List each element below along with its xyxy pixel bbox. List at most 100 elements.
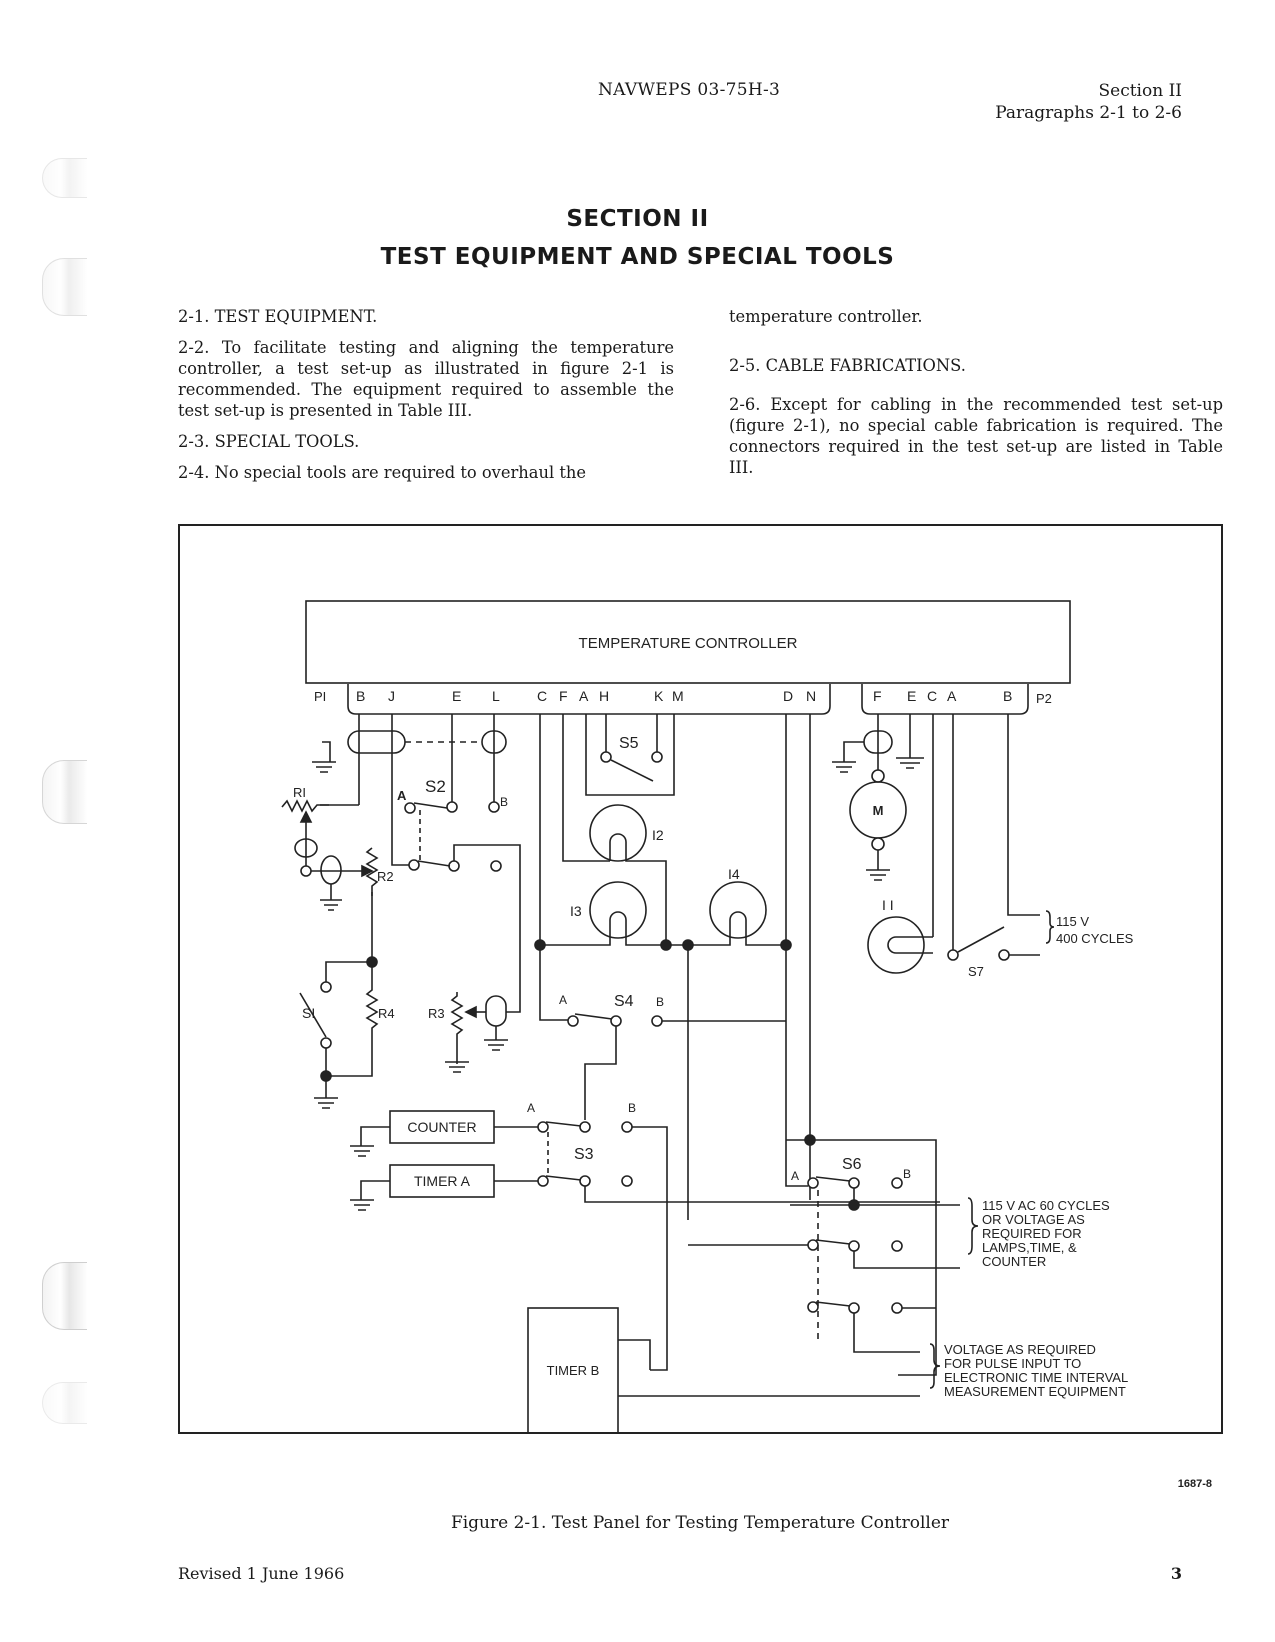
s2-switch-blade (417, 860, 451, 867)
page-number: 3 (1170, 1564, 1182, 1583)
r4-resistor (365, 962, 379, 1058)
s4-switch-blade (574, 1013, 613, 1020)
s3-terminal (579, 1121, 591, 1133)
i1-lamp (867, 916, 925, 974)
p2-pin-labels: F E C A B (873, 688, 1012, 704)
s6-terminal-a (807, 1177, 819, 1189)
s3-terminal (579, 1175, 591, 1187)
p1-pin-labels: B J E L C F A H K M D N (356, 688, 816, 704)
note-line: 115 V (1056, 914, 1089, 929)
ground-icon (350, 1199, 374, 1211)
s2-terminal (448, 860, 460, 872)
pin-label: E (452, 688, 461, 704)
ground-icon (312, 761, 336, 773)
note-line: MEASUREMENT EQUIPMENT (944, 1384, 1126, 1399)
s6-label: S6 (842, 1156, 862, 1173)
note-line: OR VOLTAGE AS (982, 1212, 1085, 1227)
note-line: 400 CYCLES (1056, 931, 1134, 946)
supply-60-note: 115 V AC 60 CYCLES OR VOLTAGE AS REQUIRE… (982, 1198, 1110, 1269)
timer-a-label: TIMER A (414, 1173, 471, 1189)
s3-terminal-a (537, 1121, 549, 1133)
temperature-controller-label: TEMPERATURE CONTROLLER (579, 635, 798, 652)
r4-label: R4 (378, 1006, 395, 1021)
shield-symbol (320, 855, 342, 885)
s6-switch-blade (815, 1301, 851, 1307)
s3-switch-blade (545, 1175, 582, 1181)
note-line: REQUIRED FOR (982, 1226, 1082, 1241)
pin-label: A (947, 688, 957, 704)
s5-terminal (600, 751, 612, 763)
s5-switch-blade (610, 759, 654, 782)
s7-terminal (947, 949, 959, 961)
s6-terminal (807, 1239, 819, 1251)
r2-label: R2 (377, 869, 394, 884)
s6-switch-blade (815, 1176, 851, 1182)
ground-icon (350, 1145, 374, 1157)
s4-terminal-a (567, 1015, 579, 1027)
i4-lamp (709, 881, 767, 939)
pin-label: H (599, 688, 609, 704)
s3-circuit: COUNTER TIMER A A B S3 (350, 1101, 940, 1371)
s6-circuit: A S6 B (688, 1134, 960, 1376)
s7-switch-blade (957, 926, 1005, 953)
s4-pos-a-label: A (559, 993, 567, 1007)
pin-label: A (579, 688, 589, 704)
p2-label: P2 (1036, 691, 1052, 706)
s6-terminal (848, 1302, 860, 1314)
note-line: ELECTRONIC TIME INTERVAL (944, 1370, 1128, 1385)
ground-icon (866, 869, 890, 881)
pin-label: C (537, 688, 547, 704)
pin-label: B (1003, 688, 1012, 704)
s3-terminal (621, 1175, 633, 1187)
s6-terminal (848, 1177, 860, 1189)
ground-icon (896, 757, 924, 769)
pulse-note: VOLTAGE AS REQUIRED FOR PULSE INPUT TO E… (944, 1342, 1128, 1399)
s2-terminal (490, 860, 502, 872)
r3-resistor (450, 992, 464, 1064)
pin-label: F (559, 688, 568, 704)
s2-switch-blade (413, 802, 448, 809)
motor-label: M (873, 803, 884, 818)
schematic-diagram: TEMPERATURE CONTROLLER PI B J E L C F A … (281, 600, 1212, 1490)
supply-400-note: 115 V 400 CYCLES (1056, 914, 1134, 946)
s5-terminal (651, 751, 663, 763)
i2-label: I2 (652, 827, 664, 843)
shield-symbol (347, 730, 406, 754)
r1-wiper-arrow (299, 810, 313, 823)
s2-label: S2 (425, 777, 446, 796)
shield-symbol (485, 995, 507, 1027)
s3-pos-b-label: B (628, 1101, 636, 1115)
r3-label: R3 (428, 1006, 445, 1021)
pin-label: K (654, 688, 664, 704)
figure-caption: Figure 2-1. Test Panel for Testing Tempe… (450, 1513, 950, 1533)
junction-dot (780, 939, 792, 951)
s3-label: S3 (574, 1146, 594, 1163)
note-line: FOR PULSE INPUT TO (944, 1356, 1081, 1371)
s2-terminal-a (404, 802, 416, 814)
s6-pos-a-label: A (791, 1169, 799, 1183)
timer-b-label: TIMER B (547, 1363, 600, 1378)
brace (1045, 910, 1055, 944)
s4-label: S4 (614, 993, 634, 1010)
terminal (300, 865, 312, 877)
s7-terminal (998, 949, 1010, 961)
r1-resistor (281, 799, 329, 813)
pin-label: E (907, 688, 916, 704)
s2-terminal-b (488, 801, 500, 813)
pin-label: F (873, 688, 882, 704)
s6-terminal (891, 1240, 903, 1252)
s6-pos-b-label: B (903, 1167, 911, 1181)
left-circuit: RI R2 SI R4 B A S2 R3 (281, 714, 521, 1109)
i3-lamp (589, 881, 647, 939)
s3-switch-blade (545, 1121, 582, 1127)
ground-icon (314, 1097, 338, 1109)
s3-terminal (537, 1175, 549, 1187)
ground-icon (484, 1039, 508, 1051)
s6-terminal (891, 1302, 903, 1314)
r1-label: RI (293, 785, 306, 800)
r3-wiper-arrow (464, 1005, 477, 1019)
s2-terminal (446, 801, 458, 813)
s6-terminal-b (891, 1177, 903, 1189)
s6-switch-blade (815, 1239, 851, 1245)
s4-terminal-b (651, 1015, 663, 1027)
